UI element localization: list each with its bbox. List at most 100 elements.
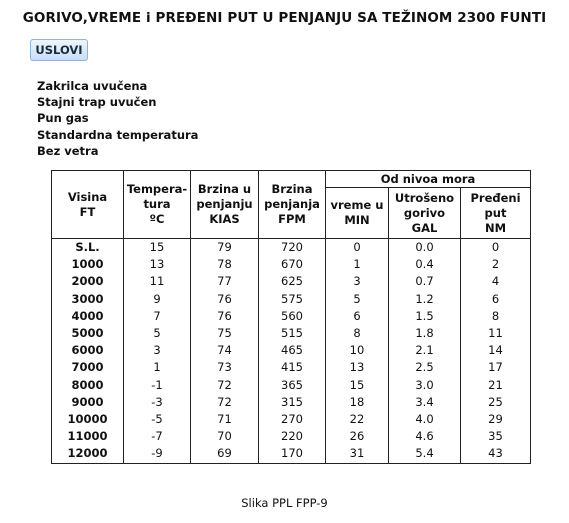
cell-time: 31 [325,445,389,464]
cell-fuel-used: 1.5 [388,307,461,326]
cell-climb-speed: 76 [190,307,259,326]
table-row: 9000 -3 72 315 18 3.4 25 [51,393,531,412]
cell-climb-rate: 720 [258,238,326,257]
page-title: GORIVO,VREME i PREĐENI PUT U PENJANJU SA… [22,10,547,26]
cell-climb-speed: 71 [190,411,259,429]
condition-item: Stajni trap uvučen [37,95,157,110]
cell-time: 10 [325,342,389,360]
header-altitude: Visina FT [51,170,124,239]
cell-time: 0 [325,238,389,257]
table-row: 8000 -1 72 365 15 3.0 21 [51,376,531,394]
cell-fuel-used: 0.7 [388,273,461,291]
cell-temperature: 11 [123,273,191,291]
climb-performance-table: Visina FT Tempera- tura ºC Brzina u penj… [51,170,531,464]
uslovi-button[interactable]: USLOVI [30,39,88,61]
cell-time: 1 [325,256,389,274]
cell-climb-rate: 465 [258,342,326,360]
condition-item: Bez vetra [37,143,99,158]
cell-altitude: 1000 [51,256,124,274]
cell-climb-speed: 75 [190,325,259,343]
table-body: S.L. 15 79 720 0 0.0 0 1000 13 78 670 1 0.4 2 2000 11 77… [51,238,531,464]
table-row: 7000 1 73 415 13 2.5 17 [51,359,531,377]
cell-temperature: -9 [123,445,191,464]
cell-fuel-used: 5.4 [388,445,461,464]
cell-altitude: 6000 [51,342,124,360]
cell-distance: 14 [460,342,531,360]
table-row: 3000 9 76 575 5 1.2 6 [51,290,531,308]
cell-fuel-used: 0.0 [388,238,461,257]
cell-climb-rate: 365 [258,376,326,394]
table-row: 12000 -9 69 170 31 5.4 43 [51,445,531,464]
table-row: 6000 3 74 465 10 2.1 14 [51,342,531,360]
cell-climb-rate: 415 [258,359,326,377]
cell-temperature: 13 [123,256,191,274]
header-temperature: Tempera- tura ºC [123,170,191,239]
cell-distance: 43 [460,445,531,464]
cell-distance: 25 [460,393,531,412]
cell-time: 22 [325,411,389,429]
cell-fuel-used: 1.8 [388,325,461,343]
cell-climb-speed: 72 [190,393,259,412]
cell-distance: 11 [460,325,531,343]
cell-time: 6 [325,307,389,326]
cell-climb-speed: 79 [190,238,259,257]
cell-distance: 4 [460,273,531,291]
cell-climb-rate: 170 [258,445,326,464]
cell-distance: 2 [460,256,531,274]
cell-altitude: 12000 [51,445,124,464]
table-row: 11000 -7 70 220 26 4.6 35 [51,428,531,446]
table-row: 10000 -5 71 270 22 4.0 29 [51,411,531,429]
cell-fuel-used: 1.2 [388,290,461,308]
cell-climb-speed: 69 [190,445,259,464]
cell-temperature: -3 [123,393,191,412]
table-row: 5000 5 75 515 8 1.8 11 [51,325,531,343]
cell-time: 5 [325,290,389,308]
cell-altitude: 3000 [51,290,124,308]
cell-altitude: 8000 [51,376,124,394]
cell-climb-rate: 670 [258,256,326,274]
header-time: vreme u MIN [325,187,389,239]
cell-distance: 21 [460,376,531,394]
condition-item: Pun gas [37,111,89,126]
cell-climb-rate: 315 [258,393,326,412]
cell-climb-rate: 515 [258,325,326,343]
cell-climb-speed: 76 [190,290,259,308]
header-climb-rate: Brzina penjanja FPM [258,170,326,239]
cell-distance: 6 [460,290,531,308]
cell-altitude: 2000 [51,273,124,291]
cell-temperature: 5 [123,325,191,343]
table-row: 2000 11 77 625 3 0.7 4 [51,273,531,291]
table-row: 4000 7 76 560 6 1.5 8 [51,307,531,326]
header-climb-speed: Brzina u penjanju KIAS [190,170,259,239]
cell-altitude: 9000 [51,393,124,412]
cell-time: 15 [325,376,389,394]
table-row: 1000 13 78 670 1 0.4 2 [51,256,531,274]
cell-fuel-used: 3.4 [388,393,461,412]
cell-climb-speed: 74 [190,342,259,360]
cell-temperature: 9 [123,290,191,308]
cell-altitude: 5000 [51,325,124,343]
cell-fuel-used: 2.5 [388,359,461,377]
cell-time: 3 [325,273,389,291]
cell-climb-speed: 77 [190,273,259,291]
cell-climb-speed: 78 [190,256,259,274]
cell-temperature: 15 [123,238,191,257]
cell-temperature: 7 [123,307,191,326]
cell-time: 13 [325,359,389,377]
header-distance: Pređeni put NM [460,187,531,239]
cell-climb-speed: 73 [190,359,259,377]
cell-temperature: -7 [123,428,191,446]
cell-distance: 17 [460,359,531,377]
cell-altitude: 11000 [51,428,124,446]
header-fuel-used: Utrošeno gorivo GAL [388,187,461,239]
cell-climb-rate: 220 [258,428,326,446]
cell-altitude: 4000 [51,307,124,326]
cell-distance: 8 [460,307,531,326]
cell-temperature: -1 [123,376,191,394]
cell-fuel-used: 3.0 [388,376,461,394]
cell-time: 8 [325,325,389,343]
cell-temperature: 1 [123,359,191,377]
condition-item: Zakrilca uvučena [37,79,148,93]
cell-fuel-used: 4.0 [388,411,461,429]
cell-altitude: 10000 [51,411,124,429]
